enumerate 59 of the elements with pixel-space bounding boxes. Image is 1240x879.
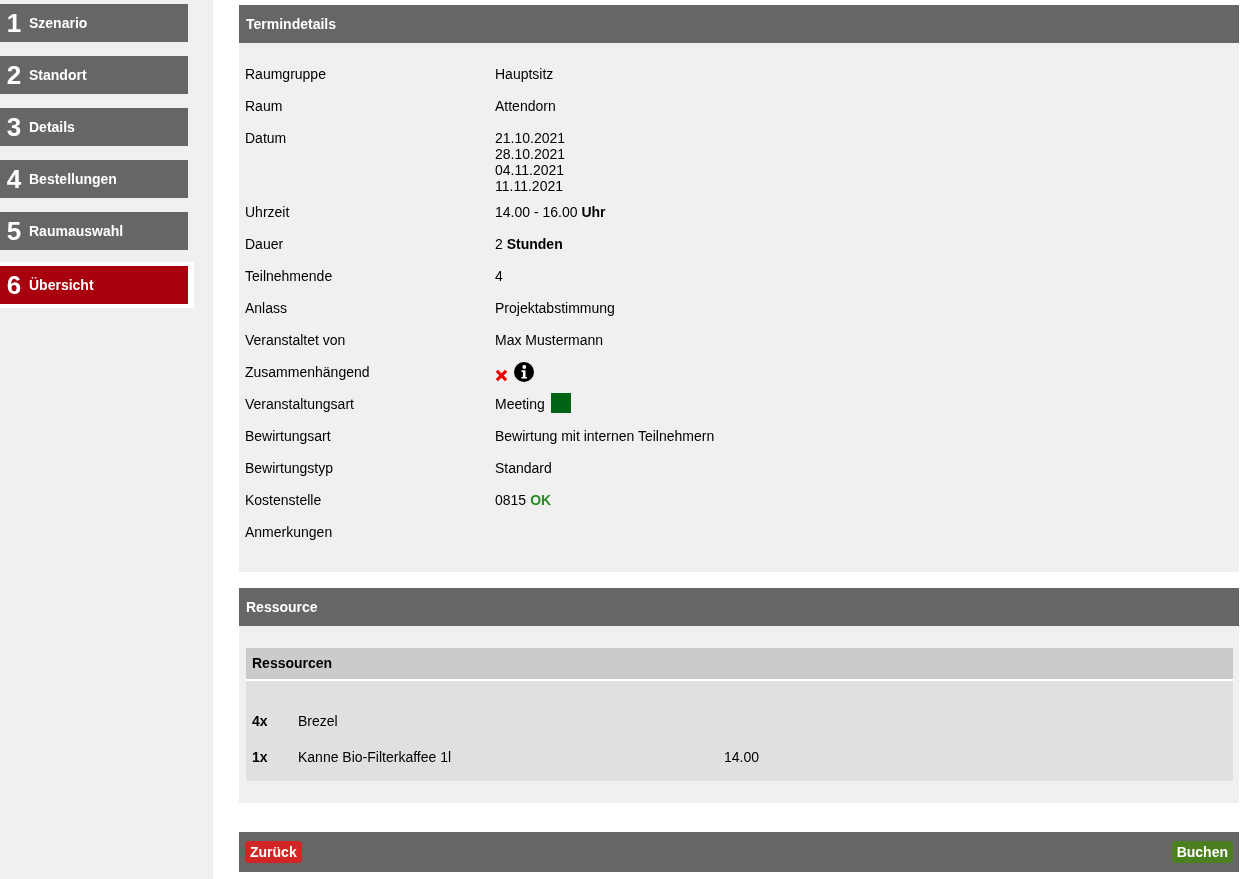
date-value: 21.10.2021 — [495, 130, 566, 146]
field-value: 4 — [495, 268, 503, 284]
info-icon[interactable] — [514, 362, 534, 382]
field-label: Dauer — [245, 236, 285, 254]
step-label: Raumauswahl — [29, 223, 124, 239]
date-value: 28.10.2021 — [495, 146, 566, 162]
field-label: Anlass — [245, 300, 289, 318]
field-label: Veranstaltungsart — [245, 396, 355, 414]
step-number: 4 — [5, 163, 23, 195]
table-header: Ressourcen — [246, 648, 1233, 681]
field-value: Hauptsitz — [495, 66, 554, 82]
section-header: Termindetails — [239, 5, 1239, 43]
field-value: Attendorn — [495, 98, 556, 114]
field-label: Raum — [245, 98, 284, 116]
step-label: Übersicht — [29, 277, 94, 293]
field-value: 0815 — [495, 492, 527, 508]
field-label: Teilnehmende — [245, 268, 334, 286]
step-tab[interactable]: 1 Szenario — [0, 4, 188, 42]
step-tab[interactable]: 6 Übersicht — [0, 266, 188, 304]
field-value: 14.00 - 16.00 Uhr — [495, 204, 606, 220]
field-label: Zusammenhängend — [245, 364, 371, 382]
step-number: 6 — [5, 269, 23, 301]
status-text: OK — [530, 492, 552, 508]
field-label: Veranstaltet von — [245, 332, 347, 350]
step-label: Szenario — [29, 15, 88, 31]
step-number: 1 — [5, 7, 23, 39]
step-tab[interactable]: 2 Standort — [0, 56, 188, 94]
field-label: Raumgruppe — [245, 66, 327, 84]
field-value: Max Mustermann — [495, 332, 604, 348]
quantity-cell-text: 1x — [252, 749, 269, 765]
step-label: Standort — [29, 67, 87, 83]
back-button[interactable]: Zurück — [245, 841, 302, 863]
field-value: 2 Stunden — [495, 236, 563, 252]
field-label: Bewirtungstyp — [245, 460, 334, 478]
field-label: Bewirtungsart — [245, 428, 332, 446]
book-button[interactable]: Buchen — [1171, 841, 1233, 863]
field-value: Projektabstimmung — [495, 300, 615, 316]
step-tab[interactable]: 4 Bestellungen — [0, 160, 188, 198]
price-cell: 14.00 — [724, 749, 760, 765]
item-name-cell-text: Brezel — [298, 713, 339, 729]
item-name-cell-text: Kanne Bio-Filterkaffee 1l — [298, 749, 453, 765]
quantity-cell-text: 4x — [252, 713, 269, 729]
step-number: 3 — [5, 111, 23, 143]
field-label: Kostenstelle — [245, 492, 323, 510]
step-number: 2 — [5, 59, 23, 91]
step-tab[interactable]: 5 Raumauswahl — [0, 212, 188, 250]
field-value: Standard — [495, 460, 552, 476]
date-value: 11.11.2021 — [495, 178, 563, 194]
step-number: 5 — [5, 215, 23, 247]
field-value: Meeting — [495, 396, 545, 412]
field-value: Bewirtung mit internen Teilnehmern — [495, 428, 715, 444]
section-header: Ressource — [239, 588, 1239, 626]
field-label: Anmerkungen — [245, 524, 334, 542]
step-tab[interactable]: 3 Details — [0, 108, 188, 146]
step-label: Bestellungen — [29, 171, 117, 187]
field-label: Datum — [245, 130, 288, 148]
field-label: Uhrzeit — [245, 204, 291, 222]
date-value: 04.11.2021 — [495, 162, 565, 178]
step-label: Details — [29, 119, 75, 135]
